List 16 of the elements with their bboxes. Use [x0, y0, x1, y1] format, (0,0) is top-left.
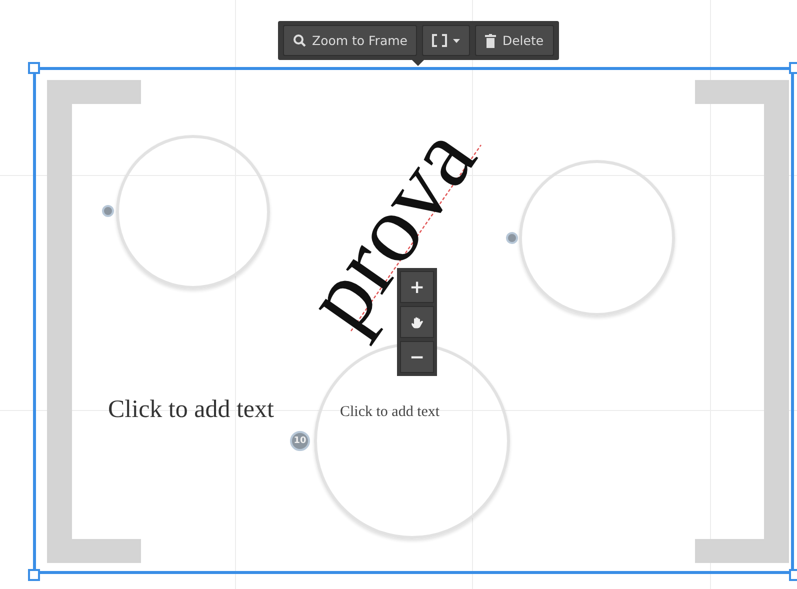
pan-button[interactable] [400, 306, 434, 338]
zoom-out-button[interactable]: − [400, 341, 434, 373]
search-icon [293, 34, 306, 47]
text-placeholder[interactable]: Click to add text [340, 404, 440, 421]
trash-icon [485, 34, 496, 48]
path-point[interactable] [102, 205, 114, 217]
path-point[interactable] [506, 232, 518, 244]
resize-handle[interactable] [28, 569, 40, 581]
bracket-icon [432, 34, 448, 47]
resize-handle[interactable] [28, 62, 40, 74]
zoom-to-frame-button[interactable]: Zoom to Frame [283, 25, 418, 56]
text-placeholder[interactable]: Click to add text [108, 396, 274, 424]
caret-icon [453, 38, 460, 42]
hand-icon [410, 316, 424, 328]
delete-button[interactable]: Delete [475, 25, 554, 56]
frame-type-button[interactable] [422, 25, 470, 56]
